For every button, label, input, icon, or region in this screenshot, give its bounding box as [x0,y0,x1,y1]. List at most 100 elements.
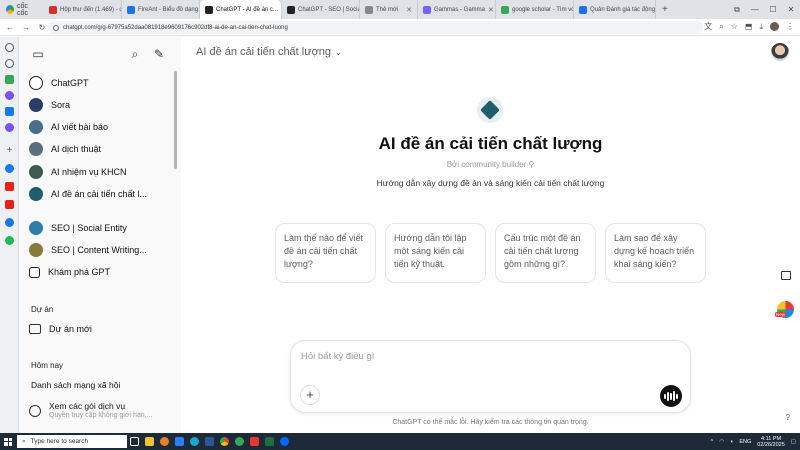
browser-tab[interactable]: Hộp thư đến (1.469) - dv...✕ [44,0,122,19]
sidebar-gpt-item[interactable]: SEO | Social Entity [29,219,167,237]
site-info-icon[interactable] [53,24,59,31]
taskbar-search-placeholder: Type here to search [30,438,89,445]
taskbar-search[interactable]: ⌕ Type here to search [17,435,127,448]
facebook-icon[interactable] [5,218,14,227]
menu-icon[interactable]: ⋮ [786,22,794,31]
starter-card-2[interactable]: Hướng dẫn tôi lập một sáng kiến cải tiến… [385,223,486,283]
starter-card-4[interactable]: Làm sao để xây dựng kế hoạch triển khai … [605,223,706,283]
browser-tab[interactable]: Quản Đánh giá tác động...✕ [574,0,656,19]
youtube-icon[interactable] [5,200,14,209]
new-project-label: Dự án mới [49,324,92,334]
sidebar-gpt-item[interactable]: Sora [29,96,167,114]
model-selector[interactable]: AI đề án cải tiến chất lượng ⌄ [196,46,342,58]
chrome-icon[interactable] [217,433,232,450]
coccoc-icon[interactable] [232,433,247,450]
excel-icon[interactable] [262,433,277,450]
spotify-icon[interactable] [5,236,14,245]
add-panel-icon[interactable]: + [5,146,14,156]
browser-tab[interactable]: Gammas - Gamma ✕ [418,0,496,19]
reload-button[interactable]: ↻ [36,23,48,32]
youtube-icon[interactable] [5,182,14,191]
app-icon[interactable] [5,107,14,116]
profile-avatar[interactable] [770,22,779,31]
notifications-icon[interactable]: ▢ [791,439,796,445]
file-explorer-icon[interactable] [142,433,157,450]
close-tab-icon[interactable]: ✕ [406,6,412,14]
chat-app-icon[interactable] [5,75,14,84]
edge-icon[interactable] [187,433,202,450]
news-icon[interactable]: New [775,301,794,318]
sidebar-gpt-label: Sora [51,100,71,110]
network-icon[interactable]: ◠ [719,439,724,445]
sidebar-gpt-item[interactable]: AI đề án cải tiến chất l... [29,185,167,203]
browser-tab[interactable]: ChatGPT - AI đề án c...✕ [200,0,282,19]
new-chat-icon[interactable]: ✎ [152,47,166,61]
close-window-button[interactable]: ✕ [782,5,800,14]
sidebar-gpt-item[interactable]: Khám phá GPT [29,263,167,281]
browser-tab[interactable]: google scholar - Tìm với...✕ [496,0,574,19]
gpt-avatar-icon [29,165,43,179]
attach-button[interactable]: + [300,385,320,405]
zalo-icon[interactable] [277,433,292,450]
windows-start-icon[interactable] [0,434,17,450]
search-icon[interactable]: ⌕ [128,47,142,61]
sidebar-gpt-item[interactable]: AI nhiệm vụ KHCN [29,163,167,181]
zoom-icon[interactable]: ⌕ [719,22,723,32]
store-icon[interactable] [172,433,187,450]
book-icon[interactable] [781,271,791,280]
browser-brand[interactable]: cốc cốc [0,3,44,17]
sidebar-gpt-item[interactable]: AI dịch thuật [29,140,167,158]
history-icon[interactable] [5,59,14,68]
translate-icon[interactable]: 文 [704,21,712,32]
language-indicator[interactable]: ENG [739,439,751,445]
chat-history-item[interactable]: Danh sách mạng xã hội [31,380,120,390]
maximize-button[interactable]: ☐ [764,5,782,14]
new-tab-button[interactable]: + [656,4,674,15]
extensions-icon[interactable]: ⬒ [745,22,753,31]
clock-date: 02/26/2025 [757,441,785,448]
back-button[interactable]: ← [4,23,16,32]
browser-tab[interactable]: ChatGPT - SEO | Social En...✕ [282,0,360,19]
tab-label: ChatGPT - SEO | Social En... [298,6,359,13]
composer: + [290,340,691,413]
volume-icon[interactable]: ◖ [730,439,733,445]
minimize-button[interactable]: — [746,5,764,14]
task-view-icon[interactable] [127,433,142,450]
sidebar-gpt-item[interactable]: SEO | Content Writing... [29,241,167,259]
clock[interactable]: 4:11 PM 02/26/2025 [757,436,785,448]
pdf-icon[interactable] [247,433,262,450]
plan-subtitle: Quyền truy cập không giới hạn,... [49,412,153,419]
user-avatar[interactable] [771,43,789,61]
word-icon[interactable] [202,433,217,450]
sidebar-gpt-item[interactable]: AI viết bài báo [29,118,167,136]
messenger-icon[interactable] [5,91,14,100]
sidebar-toggle-icon[interactable]: ▭ [31,47,45,61]
browser-tab[interactable]: Thẻ mới ✕ [360,0,418,19]
bookmark-star-icon[interactable]: ☆ [731,22,738,31]
gpt-avatar-icon [29,243,43,257]
tray-chevron-icon[interactable]: ^ [711,439,714,445]
tab-favicon-icon [501,5,509,14]
url-field[interactable]: chatgpt.com/g/g-67975a52daa081918e960917… [48,21,703,34]
sidebar-gpt-label: ChatGPT [51,78,89,88]
assistant-icon[interactable] [5,123,14,132]
starter-card-3[interactable]: Cấu trúc một đề án cải tiến chất lượng g… [495,223,596,283]
tab-search-icon[interactable]: ⧉ [728,5,746,15]
settings-icon[interactable] [5,43,14,52]
upgrade-plan-item[interactable]: Xem các gói dịch vụ Quyền truy cập không… [29,401,179,427]
app-icon[interactable] [157,433,172,450]
facebook-icon[interactable] [5,164,14,173]
voice-mode-button[interactable] [660,385,682,407]
new-project-item[interactable]: Dự án mới [29,320,167,338]
prompt-input[interactable] [301,351,601,362]
sidebar-gpt-item[interactable]: ChatGPT [29,74,167,92]
downloads-icon[interactable]: ⤓ [759,22,763,32]
sidebar-scrollbar[interactable] [174,71,177,169]
close-tab-icon[interactable]: ✕ [488,6,494,14]
starter-card-1[interactable]: Làm thế nào để viết đề án cải tiến chất … [275,223,376,283]
address-bar-actions: 文 ⌕ ☆ ⬒ ⤓ ⋮ [704,21,794,32]
help-button[interactable]: ? [786,413,790,422]
chevron-down-icon: ⌄ [335,47,342,57]
browser-tab[interactable]: FireAnt - Biểu đồ dạng Tỉ...✕ [122,0,200,19]
forward-button[interactable]: → [20,23,32,32]
